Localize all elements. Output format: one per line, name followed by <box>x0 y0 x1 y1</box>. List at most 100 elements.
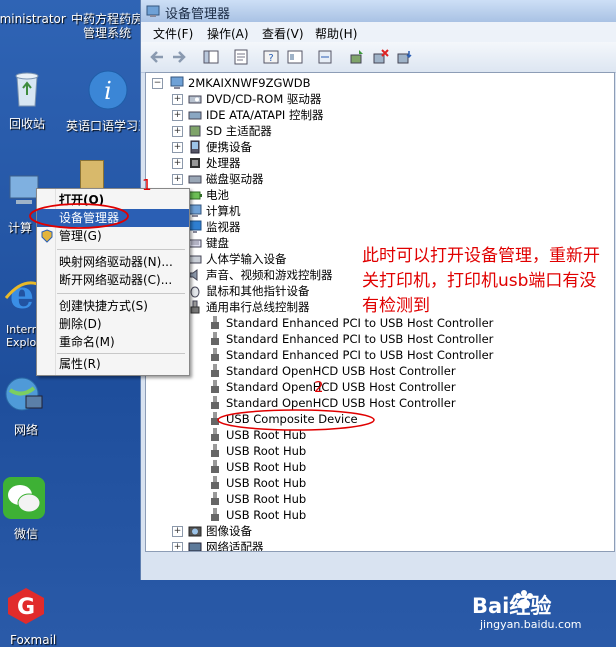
tree-category-label: 鼠标和其他指针设备 <box>206 284 310 298</box>
usb-device-icon <box>211 476 219 489</box>
computer-icon <box>170 76 184 89</box>
tree-category-label: 通用串行总线控制器 <box>206 300 310 314</box>
desktop-icon-foxmail[interactable]: G Foxmail <box>0 584 66 647</box>
menu-separator <box>57 249 185 250</box>
usb-device-icon <box>211 508 219 521</box>
desktop-icon-label: 微信 <box>14 527 39 541</box>
hid-icon <box>188 255 202 264</box>
annotation-ellipse-device-manager <box>29 203 129 229</box>
usb-device-icon <box>211 348 219 361</box>
menu-item-label: 重命名(M) <box>59 335 115 349</box>
desktop-icon-label: 中药方程药房管理系统 <box>70 12 143 40</box>
tree-device-label: USB Root Hub <box>226 492 307 506</box>
menu-item-delete[interactable]: 删除(D) <box>37 315 189 333</box>
desktop-icon-recycle-bin[interactable]: 回收站 <box>0 66 67 131</box>
svg-text:i: i <box>104 77 112 105</box>
tree-category-label: SD 主适配器 <box>206 124 272 138</box>
toolbar: ? <box>141 42 616 73</box>
uninstall-icon[interactable] <box>373 49 389 65</box>
status-bar <box>141 552 616 580</box>
properties-icon[interactable] <box>233 49 249 65</box>
tree-category-label: 键盘 <box>206 236 229 250</box>
disable-device-icon[interactable] <box>397 49 413 65</box>
menu-item-label: 创建快捷方式(S) <box>59 299 148 313</box>
tree-category-label: 电池 <box>206 188 229 202</box>
update-driver-icon[interactable] <box>349 49 365 65</box>
app-partial-icon <box>80 160 104 190</box>
menu-file[interactable]: 文件(F) <box>153 25 193 42</box>
tree-device-label: Standard Enhanced PCI to USB Host Contro… <box>226 348 494 362</box>
scan-hardware-icon[interactable] <box>317 49 333 65</box>
menu-item-disconnect-drive[interactable]: 断开网络驱动器(C)... <box>37 271 189 289</box>
forward-icon[interactable] <box>171 49 187 65</box>
tree-category-label: 处理器 <box>206 156 241 170</box>
watermark-brand: Bai经验 <box>472 594 552 618</box>
usb-device-icon <box>211 460 219 473</box>
dvd-drive-icon <box>188 95 202 104</box>
annotation-number-1: 1 <box>142 176 152 194</box>
desktop-icon-administrator[interactable]: Administrator <box>0 0 66 26</box>
expand-icon[interactable]: + <box>172 142 183 153</box>
recycle-bin-icon <box>15 72 39 107</box>
menu-item-map-drive[interactable]: 映射网络驱动器(N)... <box>37 253 189 271</box>
usb-device-icon <box>211 332 219 345</box>
expand-icon[interactable]: + <box>172 110 183 121</box>
help-icon[interactable]: ? <box>263 49 279 65</box>
expand-icon[interactable]: + <box>172 126 183 137</box>
menu-action[interactable]: 操作(A) <box>207 25 249 42</box>
expand-icon[interactable]: + <box>172 158 183 169</box>
title-bar[interactable]: 设备管理器 <box>141 0 616 23</box>
desktop-icon-english[interactable]: i 英语口语学习王 <box>66 68 150 133</box>
desktop-icon-app[interactable]: 中药方程药房管理系统 <box>68 0 148 40</box>
wechat-icon <box>3 477 45 519</box>
processor-icon <box>190 158 200 168</box>
keyboard-icon <box>188 239 202 248</box>
back-icon[interactable] <box>149 49 165 65</box>
menu-item-rename[interactable]: 重命名(M) <box>37 333 189 351</box>
tree-category-label: 人体学输入设备 <box>206 252 287 266</box>
expand-icon[interactable]: + <box>172 94 183 105</box>
collapse-icon[interactable]: − <box>152 78 163 89</box>
annotation-ellipse-usb <box>217 409 375 431</box>
sound-icon <box>189 269 198 281</box>
tree-category-label: 便携设备 <box>206 140 252 154</box>
menu-item-create-shortcut[interactable]: 创建快捷方式(S) <box>37 297 189 315</box>
show-hide-tree-icon[interactable] <box>203 49 219 65</box>
desktop-icon-label: 英语口语学习王 <box>66 119 151 133</box>
tree-device-label: USB Root Hub <box>226 508 307 522</box>
menu-view[interactable]: 查看(V) <box>262 25 304 42</box>
ide-controller-icon <box>188 111 202 120</box>
tree-category-label: DVD/CD-ROM 驱动器 <box>206 92 322 106</box>
view-icon[interactable] <box>287 49 303 65</box>
tree-category-label: IDE ATA/ATAPI 控制器 <box>206 108 324 122</box>
baidu-watermark: Bai经验 jingyan.baidu.com <box>472 588 612 640</box>
battery-icon <box>188 191 202 200</box>
imaging-device-icon <box>188 526 202 537</box>
expand-icon[interactable]: + <box>172 542 183 551</box>
menu-item-properties[interactable]: 属性(R) <box>37 355 189 373</box>
mouse-icon <box>190 286 200 298</box>
usb-icon <box>190 300 200 314</box>
foxmail-icon: G <box>8 588 44 624</box>
tree-device-label: USB Root Hub <box>226 476 307 490</box>
expand-icon[interactable]: + <box>172 174 183 185</box>
device-manager-icon <box>146 5 160 17</box>
desktop-icon-label: Administrator <box>0 12 66 26</box>
desktop-icon-network[interactable]: 网络 <box>0 372 64 437</box>
portable-device-icon <box>190 140 200 154</box>
tree-device-label: USB Root Hub <box>226 444 307 458</box>
monitor-icon <box>188 220 202 233</box>
usb-device-icon <box>211 364 219 377</box>
menu-separator <box>57 293 185 294</box>
menu-item-label: 属性(R) <box>59 357 101 371</box>
tree-device-label: Standard OpenHCD USB Host Controller <box>226 364 456 378</box>
menu-help[interactable]: 帮助(H) <box>315 25 357 42</box>
usb-device-icon <box>211 316 219 329</box>
tree-category-label: 计算机 <box>206 204 241 218</box>
tree-device-label: USB Root Hub <box>226 460 307 474</box>
menu-bar: 文件(F) 操作(A) 查看(V) 帮助(H) <box>141 22 616 42</box>
desktop-icon-label: 网络 <box>14 423 39 437</box>
watermark-url: jingyan.baidu.com <box>480 618 582 631</box>
desktop-icon-wechat[interactable]: 微信 <box>0 476 64 541</box>
expand-icon[interactable]: + <box>172 526 183 537</box>
